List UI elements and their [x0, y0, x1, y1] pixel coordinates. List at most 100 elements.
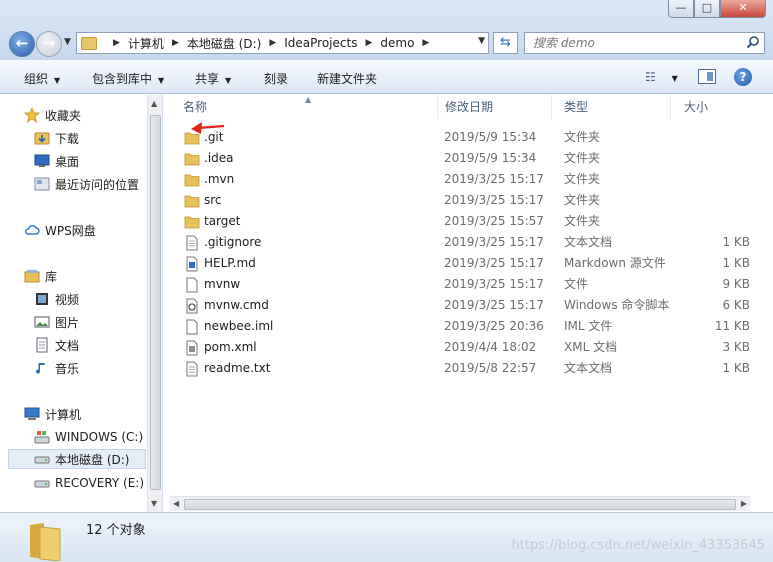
breadcrumb-computer[interactable]: 计算机 ▶	[128, 35, 187, 52]
folder-icon	[184, 195, 200, 208]
folder-icon	[184, 174, 200, 187]
address-dropdown[interactable]: ▼	[478, 36, 485, 46]
preview-pane-button[interactable]	[698, 69, 716, 84]
nav-downloads[interactable]: 下载	[34, 128, 79, 148]
table-row[interactable]: target 2019/3/25 15:57 文件夹	[170, 211, 762, 232]
table-row[interactable]: .mvn 2019/3/25 15:17 文件夹	[170, 169, 762, 190]
arrow-left-icon: ←	[15, 34, 29, 52]
nav-drive-c[interactable]: WINDOWS (C:)	[34, 427, 143, 447]
table-row[interactable]: newbee.iml 2019/3/25 20:36 IML 文件 11 KB	[170, 316, 762, 337]
xml-file-icon	[186, 340, 198, 356]
organize-button[interactable]: 组织 ▼	[24, 70, 60, 87]
video-icon	[36, 293, 48, 305]
watermark: https://blog.csdn.net/weixin_43353645	[511, 538, 765, 553]
close-button[interactable]: ✕	[720, 0, 766, 18]
downloads-folder-icon	[34, 132, 50, 145]
file-name: mvnw.cmd	[204, 298, 269, 312]
scroll-left-icon[interactable]: ◀	[173, 499, 179, 508]
forward-button[interactable]: →	[36, 31, 62, 57]
file-name: target	[204, 214, 241, 228]
back-button[interactable]: ←	[9, 31, 35, 57]
scroll-right-icon[interactable]: ▶	[741, 499, 747, 508]
file-name: .mvn	[204, 172, 235, 186]
table-row[interactable]: readme.txt 2019/5/8 22:57 文本文档 1 KB	[170, 358, 762, 379]
new-folder-button[interactable]: 新建文件夹	[317, 70, 377, 87]
breadcrumb-drive-d[interactable]: 本地磁盘 (D:) ▶	[187, 35, 284, 52]
arrow-right-icon: →	[42, 34, 56, 52]
file-type: 文件夹	[564, 214, 601, 228]
address-bar[interactable]: ▶ 计算机 ▶ 本地磁盘 (D:) ▶ IdeaProjects ▶ demo ▶ ▼	[76, 32, 489, 54]
recent-pages-dropdown[interactable]: ▼	[64, 37, 71, 47]
search-icon[interactable]	[746, 35, 760, 49]
table-row[interactable]: src 2019/3/25 15:17 文件夹	[170, 190, 762, 211]
file-date: 2019/5/9 15:34	[444, 151, 537, 165]
file-size: 1 KB	[722, 235, 750, 249]
nav-drive-e[interactable]: RECOVERY (E:)	[34, 473, 144, 493]
nav-videos[interactable]: 视频	[34, 289, 79, 309]
drive-icon	[34, 456, 50, 464]
file-name: pom.xml	[204, 340, 257, 354]
nav-libraries[interactable]: 库	[24, 266, 57, 286]
nav-favorites[interactable]: 收藏夹	[24, 105, 81, 125]
text-file-icon	[186, 361, 198, 377]
library-icon	[24, 270, 40, 283]
recent-places-icon	[34, 177, 50, 191]
table-row[interactable]: mvnw 2019/3/25 15:17 文件 9 KB	[170, 274, 762, 295]
nav-wps-cloud[interactable]: WPS网盘	[24, 220, 96, 240]
file-size: 6 KB	[722, 298, 750, 312]
table-row[interactable]: mvnw.cmd 2019/3/25 15:17 Windows 命令脚本 6 KB	[170, 295, 762, 316]
breadcrumb-demo[interactable]: demo ▶	[380, 36, 437, 50]
burn-button[interactable]: 刻录	[264, 70, 288, 87]
column-header-date[interactable]: 修改日期	[432, 95, 552, 119]
document-icon	[36, 337, 48, 353]
title-bar: — □ ✕ ← → ▼ ▶ 计算机 ▶ 本地磁盘 (D:) ▶ IdeaProjec…	[0, 0, 773, 60]
navpane-scrollbar[interactable]: ▲ ▼	[147, 95, 162, 512]
nav-drive-d[interactable]: 本地磁盘 (D:)	[8, 449, 146, 469]
share-button[interactable]: 共享 ▼	[195, 70, 231, 87]
table-row[interactable]: .gitignore 2019/3/25 15:17 文本文档 1 KB	[170, 232, 762, 253]
include-in-library-button[interactable]: 包含到库中 ▼	[92, 70, 164, 87]
help-button[interactable]: ?	[734, 68, 752, 86]
folder-icon	[81, 36, 97, 50]
nav-computer[interactable]: 计算机	[24, 404, 81, 424]
scroll-down-icon[interactable]: ▼	[151, 499, 157, 508]
table-row[interactable]: .idea 2019/5/9 15:34 文件夹	[170, 148, 762, 169]
file-type: 文本文档	[564, 361, 613, 375]
nav-desktop[interactable]: 桌面	[34, 151, 79, 171]
nav-recent-places[interactable]: 最近访问的位置	[34, 174, 139, 194]
folder-icon	[184, 216, 200, 229]
file-date: 2019/3/25 15:17	[444, 193, 544, 207]
horizontal-scrollbar[interactable]: ◀ ▶	[170, 496, 750, 511]
minimize-button[interactable]: —	[668, 0, 694, 18]
file-date: 2019/5/9 15:34	[444, 130, 537, 144]
scrollbar-thumb[interactable]	[184, 499, 736, 510]
refresh-icon: ⇆	[500, 35, 511, 50]
blank-file-icon	[186, 319, 198, 335]
scroll-up-icon[interactable]: ▲	[151, 99, 157, 108]
nav-pictures[interactable]: 图片	[34, 312, 79, 332]
view-options-button[interactable]: ☷ ▼	[645, 70, 678, 84]
scrollbar-thumb[interactable]	[150, 115, 161, 490]
maximize-button[interactable]: □	[694, 0, 720, 18]
nav-documents[interactable]: 文档	[34, 335, 79, 355]
breadcrumb-root-arrow[interactable]: ▶	[105, 38, 128, 48]
file-date: 2019/3/25 15:17	[444, 298, 544, 312]
file-type: 文件	[564, 277, 589, 291]
details-view-icon: ☷	[645, 70, 656, 84]
table-row[interactable]: pom.xml 2019/4/4 18:02 XML 文档 3 KB	[170, 337, 762, 358]
nav-music[interactable]: 音乐	[34, 358, 79, 378]
annotation-arrow-icon	[191, 122, 225, 134]
table-row[interactable]: .git 2019/5/9 15:34 文件夹	[170, 127, 762, 148]
refresh-button[interactable]: ⇆	[493, 32, 518, 54]
file-type: 文件夹	[564, 172, 601, 186]
breadcrumb-ideaprojects[interactable]: IdeaProjects ▶	[284, 36, 380, 50]
folder-icon	[184, 153, 200, 166]
column-header-type[interactable]: 类型	[551, 95, 671, 119]
search-input[interactable]: 搜索 demo	[524, 32, 765, 54]
cmd-script-icon	[186, 298, 198, 314]
column-header-size[interactable]: 大小	[671, 95, 762, 119]
table-row[interactable]: HELP.md 2019/3/25 15:17 Markdown 源文件 1 KB	[170, 253, 762, 274]
computer-icon	[24, 407, 40, 420]
desktop-icon	[34, 154, 50, 167]
file-name: .gitignore	[204, 235, 262, 249]
